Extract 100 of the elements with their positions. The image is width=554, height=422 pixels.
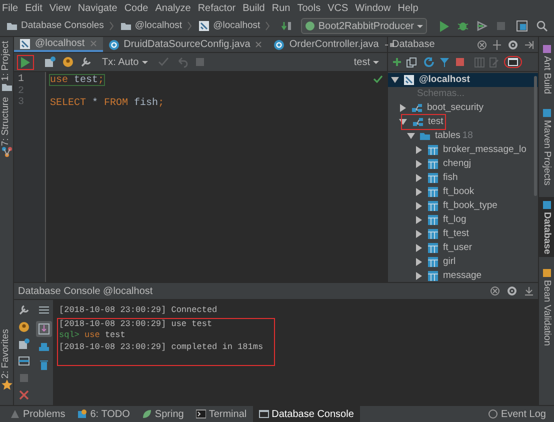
editor-tab[interactable]: OrderController.java — [268, 37, 384, 52]
close-all-icon[interactable] — [477, 40, 487, 50]
menu-item[interactable]: Run — [272, 0, 290, 16]
console-icon[interactable] — [18, 338, 30, 350]
wrench-icon[interactable] — [80, 56, 92, 68]
settings-icon[interactable] — [507, 38, 519, 50]
tool-window-button[interactable]: Database Console — [252, 406, 360, 422]
expanded-arrow-icon[interactable] — [407, 132, 415, 140]
tool-window-tab[interactable]: 1: Project — [0, 41, 14, 82]
tool-window-button[interactable]: Problems — [4, 406, 72, 422]
add-icon[interactable] — [392, 57, 402, 67]
copy-icon[interactable] — [406, 56, 417, 68]
collapsed-arrow-icon[interactable] — [415, 202, 423, 210]
expanded-arrow-icon[interactable] — [399, 118, 407, 126]
disconnect-icon[interactable] — [454, 56, 466, 68]
settings-list-icon[interactable] — [38, 304, 50, 316]
menu-item[interactable]: File — [2, 0, 18, 16]
coverage-icon[interactable] — [476, 20, 488, 32]
breadcrumb[interactable]: @localhost — [134, 18, 182, 34]
build-icon[interactable] — [281, 20, 292, 32]
collapsed-arrow-icon[interactable] — [415, 146, 423, 154]
menu-item[interactable]: Tools — [297, 0, 321, 16]
parameters-icon[interactable] — [62, 56, 74, 68]
run-button[interactable] — [17, 54, 34, 70]
pin-icon[interactable] — [492, 40, 502, 50]
collapsed-arrow-icon[interactable] — [415, 174, 423, 182]
tree-item[interactable]: girl — [443, 254, 456, 270]
collapsed-arrow-icon[interactable] — [415, 258, 423, 266]
print-icon[interactable] — [38, 342, 50, 354]
parameters-icon[interactable] — [18, 321, 30, 333]
filter-icon[interactable] — [439, 56, 450, 68]
scroll-to-end-button[interactable] — [36, 321, 52, 337]
open-console-button[interactable] — [504, 56, 522, 68]
tree-item[interactable]: message — [443, 268, 482, 282]
tool-window-button[interactable]: Spring — [136, 406, 190, 422]
menu-item[interactable]: Help — [398, 0, 418, 16]
collapsed-arrow-icon[interactable] — [415, 160, 423, 168]
close-icon[interactable] — [18, 389, 30, 401]
tree-item[interactable]: ft_book_type — [443, 198, 498, 214]
editor-tab[interactable]: DruidDataSourceConfig.java — [102, 37, 268, 52]
tree-item[interactable]: ft_user — [443, 240, 472, 256]
tool-window-tab[interactable]: 7: Structure — [0, 97, 14, 146]
tree-item[interactable]: chengj — [443, 156, 471, 172]
trash-icon[interactable] — [38, 359, 50, 371]
menu-item[interactable]: Refactor — [198, 0, 236, 16]
hide-icon[interactable] — [524, 40, 534, 50]
expanded-arrow-icon[interactable] — [391, 76, 399, 84]
tree-item[interactable]: fish — [443, 170, 458, 186]
wrench-icon[interactable] — [18, 304, 30, 316]
datasource-icon — [19, 38, 31, 50]
breadcrumb[interactable]: @localhost — [213, 18, 260, 34]
run-configuration-dropdown[interactable]: Boot2RabbitProducer — [301, 18, 427, 34]
tool-window-tab[interactable]: Bean Validation — [538, 264, 554, 349]
menu-item[interactable]: View — [49, 0, 71, 16]
tool-window-button[interactable]: Terminal — [190, 406, 253, 422]
tree-item[interactable]: ft_log — [443, 212, 466, 228]
download-icon[interactable] — [524, 286, 534, 296]
search-icon[interactable] — [536, 20, 548, 32]
refresh-icon[interactable] — [424, 56, 435, 68]
collapsed-arrow-icon[interactable] — [415, 244, 423, 252]
settings-icon[interactable] — [506, 285, 518, 297]
tool-window-tab[interactable]: Ant Build — [538, 41, 554, 98]
warning-icon — [10, 409, 20, 419]
collapsed-arrow-icon[interactable] — [415, 230, 423, 238]
project-structure-icon[interactable] — [516, 20, 528, 32]
tool-window-button[interactable]: 6: TODO — [71, 406, 136, 422]
menu-item[interactable]: VCS — [328, 0, 348, 16]
tree-item[interactable]: ft_book — [443, 184, 474, 200]
breadcrumb[interactable]: Database Consoles — [21, 18, 104, 34]
collapsed-arrow-icon[interactable] — [415, 188, 423, 196]
tree-item[interactable]: tables — [435, 128, 460, 144]
tool-window-tab[interactable]: Database — [538, 196, 554, 257]
schema-dropdown[interactable]: test — [354, 54, 379, 70]
collapsed-arrow-icon[interactable] — [415, 272, 423, 280]
collapsed-arrow-icon[interactable] — [415, 216, 423, 224]
collapsed-arrow-icon[interactable] — [399, 104, 407, 112]
menu-item[interactable]: Build — [242, 0, 265, 16]
close-all-icon[interactable] — [490, 286, 500, 296]
console-icon[interactable] — [44, 56, 56, 68]
editor-tab[interactable]: @localhost — [14, 37, 103, 52]
layout-icon[interactable] — [18, 355, 30, 367]
table-icon — [427, 186, 439, 198]
tree-item[interactable]: broker_message_lo — [443, 142, 526, 158]
transaction-mode-dropdown[interactable]: Tx: Auto — [102, 54, 148, 70]
close-icon[interactable] — [254, 40, 264, 49]
menu-item[interactable]: Window — [355, 0, 391, 16]
menu-item[interactable]: Code — [124, 0, 148, 16]
speech-bubble-icon — [488, 409, 498, 419]
run-icon[interactable] — [438, 20, 450, 32]
menu-item[interactable]: Navigate — [78, 0, 118, 16]
event-log-button[interactable]: Event Log — [488, 406, 546, 422]
tool-window-tab[interactable]: Maven Projects — [538, 105, 554, 189]
tree-item[interactable]: test — [428, 114, 444, 130]
debug-icon[interactable] — [457, 20, 469, 32]
menu-item[interactable]: Analyze — [155, 0, 191, 16]
datasource-icon — [403, 74, 415, 86]
tree-item[interactable]: boot_security — [427, 100, 484, 116]
tree-item[interactable]: ft_test — [443, 226, 469, 242]
menu-item[interactable]: Edit — [25, 0, 42, 16]
tool-window-tab[interactable]: 2: Favorites — [0, 329, 14, 379]
